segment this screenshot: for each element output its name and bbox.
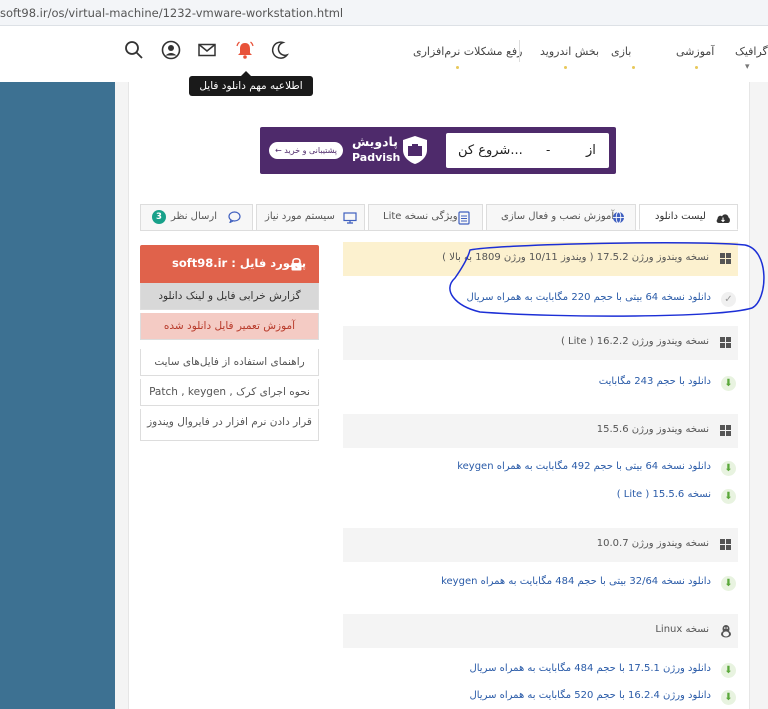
section-title: نسخه ویندوز ورژن 17.5.2 ( ویندوز 10/11 و… xyxy=(442,252,709,263)
cloud-icon xyxy=(716,214,730,223)
banner-pill-label: پشتیبانی و خرید xyxy=(284,146,337,155)
download-section-header: نسخه ویندوز ورژن 15.5.6 xyxy=(343,414,738,448)
menu-dot xyxy=(632,66,635,69)
notification-tooltip: اطلاعیه مهم دانلود فایل xyxy=(189,71,313,96)
download-icon: ⬇ xyxy=(721,576,736,591)
download-section-header: نسخه ویندوز ورژن 17.5.2 ( ویندوز 10/11 و… xyxy=(343,242,738,276)
search-icon[interactable] xyxy=(124,40,144,60)
tab-label: ارسال نظر xyxy=(171,211,217,222)
menu-divider xyxy=(519,40,520,62)
banner-search-from: از xyxy=(586,143,596,158)
banner-brand-en: Padvish xyxy=(352,151,401,164)
padvish-banner[interactable]: ← پشتیبانی و خرید پادویش Padvish شروع کن… xyxy=(260,127,616,174)
menu-dot xyxy=(695,66,698,69)
download-icon: ⬇ xyxy=(721,690,736,705)
tab-label: لیست دانلود xyxy=(655,211,706,222)
monitor-icon xyxy=(343,212,357,224)
download-section-header: نسخه Linux xyxy=(343,614,738,648)
download-link[interactable]: دانلود نسخه 64 بیتی با حجم 220 مگابایت ب… xyxy=(467,292,711,303)
firewall-guide-button[interactable]: قرار دادن نرم افزار در فایروال ویندوز xyxy=(140,409,319,441)
section-title: نسخه ویندوز ورژن 16.2.2 ( Lite ) xyxy=(560,336,709,347)
tab-label: سیستم مورد نیاز xyxy=(265,211,335,222)
tab-download-list[interactable]: لیست دانلود xyxy=(639,204,738,230)
download-icon: ⬇ xyxy=(721,376,736,391)
globe-icon xyxy=(613,211,624,224)
top-navbar xyxy=(0,26,768,82)
windows-icon xyxy=(720,425,732,437)
report-broken-link-button[interactable]: گزارش خرابی فایل و لینک دانلود xyxy=(140,283,319,310)
download-link[interactable]: دانلود نسخه 64 بیتی با حجم 492 مگابایت ب… xyxy=(457,461,711,472)
menu-dot xyxy=(564,66,567,69)
password-label: پسورد فایل : soft98.ir xyxy=(172,256,307,270)
tab-send-comment[interactable]: 3 ارسال نظر xyxy=(140,204,253,230)
section-title: نسخه Linux xyxy=(655,624,709,635)
url-text: soft98.ir/os/virtual-machine/1232-vmware… xyxy=(0,6,344,20)
check-icon: ✓ xyxy=(721,292,736,307)
banner-pill-arrow: ← xyxy=(275,146,285,155)
left-side-panel xyxy=(0,82,115,709)
tab-lite-features[interactable]: ویژگی نسخه Lite xyxy=(368,204,483,230)
banner-search-placeholder: شروع کن... xyxy=(458,143,523,158)
download-link[interactable]: دانلود ورژن 16.2.4 با حجم 520 مگابایت به… xyxy=(469,690,711,701)
download-link[interactable]: دانلود نسخه 32/64 بیتی با حجم 484 مگابای… xyxy=(441,576,711,587)
address-bar[interactable]: soft98.ir/os/virtual-machine/1232-vmware… xyxy=(0,0,768,26)
comment-icon xyxy=(228,211,241,223)
comment-count-badge: 3 xyxy=(152,210,166,224)
menu-item-troubleshoot[interactable]: رفع مشکلات نرم‌افزاری xyxy=(413,45,522,58)
mail-icon[interactable] xyxy=(197,40,217,60)
download-link[interactable]: دانلود با حجم 243 مگابایت xyxy=(599,376,711,387)
tab-install-guide[interactable]: آموزش نصب و فعال سازی xyxy=(486,204,636,230)
windows-icon xyxy=(720,539,732,551)
windows-icon xyxy=(720,337,732,349)
shield-logo-icon xyxy=(403,136,427,164)
download-link[interactable]: نسخه 15.5.6 ( Lite ) xyxy=(617,489,711,500)
moon-icon[interactable] xyxy=(270,40,290,60)
menu-item-android[interactable]: بخش اندروید xyxy=(540,45,599,58)
menu-item-graphics[interactable]: گرافیک xyxy=(735,45,768,58)
section-title: نسخه ویندوز ورژن 10.0.7 xyxy=(596,538,709,549)
download-section-header: نسخه ویندوز ورژن 16.2.2 ( Lite ) xyxy=(343,326,738,360)
banner-brand-fa: پادویش xyxy=(352,134,398,149)
windows-icon xyxy=(720,253,732,265)
bell-icon[interactable] xyxy=(235,40,255,60)
section-title: نسخه ویندوز ورژن 15.5.6 xyxy=(596,424,709,435)
tab-system-requirements[interactable]: سیستم مورد نیاز xyxy=(256,204,365,230)
menu-dot xyxy=(456,66,459,69)
menu-item-games[interactable]: بازی xyxy=(611,45,631,58)
linux-icon xyxy=(721,625,731,638)
download-icon: ⬇ xyxy=(721,663,736,678)
user-icon[interactable] xyxy=(161,40,181,60)
download-section-header: نسخه ویندوز ورژن 10.0.7 xyxy=(343,528,738,562)
repair-file-guide-button[interactable]: آموزش تعمیر فایل دانلود شده xyxy=(140,313,319,340)
banner-search-box[interactable]: شروع کن... - از xyxy=(446,133,609,168)
banner-search-dash: - xyxy=(546,143,551,157)
password-box: پسورد فایل : soft98.ir xyxy=(140,245,319,283)
download-link[interactable]: دانلود ورژن 17.5.1 با حجم 484 مگابایت به… xyxy=(469,663,711,674)
site-files-guide-button[interactable]: راهنمای استفاده از فایل‌های سایت xyxy=(140,349,319,376)
tab-label: ویژگی نسخه Lite xyxy=(383,211,458,222)
tab-divider xyxy=(140,230,738,231)
chevron-down-icon: ▾ xyxy=(745,62,750,72)
tab-label: آموزش نصب و فعال سازی xyxy=(501,211,615,222)
banner-pill[interactable]: ← پشتیبانی و خرید xyxy=(269,142,343,159)
crack-guide-button[interactable]: نحوه اجرای کرک , Patch , keygen xyxy=(140,379,319,406)
menu-item-education[interactable]: آموزشی xyxy=(676,45,714,58)
document-icon xyxy=(458,211,470,225)
download-icon: ⬇ xyxy=(721,489,736,504)
download-icon: ⬇ xyxy=(721,461,736,476)
